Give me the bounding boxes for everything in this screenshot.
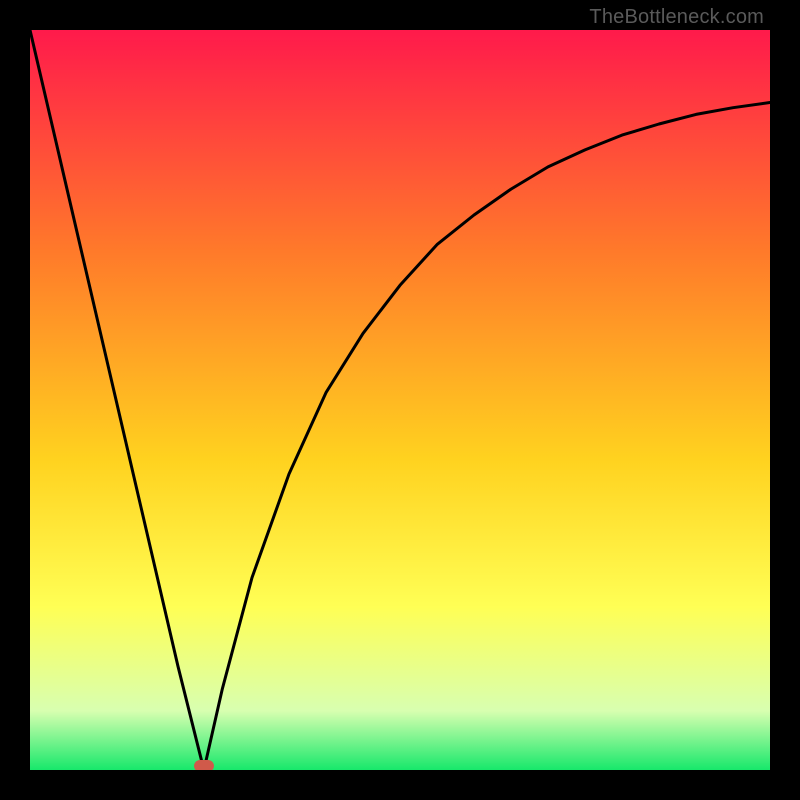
watermark-text: TheBottleneck.com (589, 6, 764, 29)
plot-area (30, 30, 770, 770)
curve-layer (30, 30, 770, 770)
minimum-marker (194, 760, 214, 770)
bottleneck-curve (30, 30, 770, 770)
chart-frame: TheBottleneck.com (0, 0, 800, 800)
